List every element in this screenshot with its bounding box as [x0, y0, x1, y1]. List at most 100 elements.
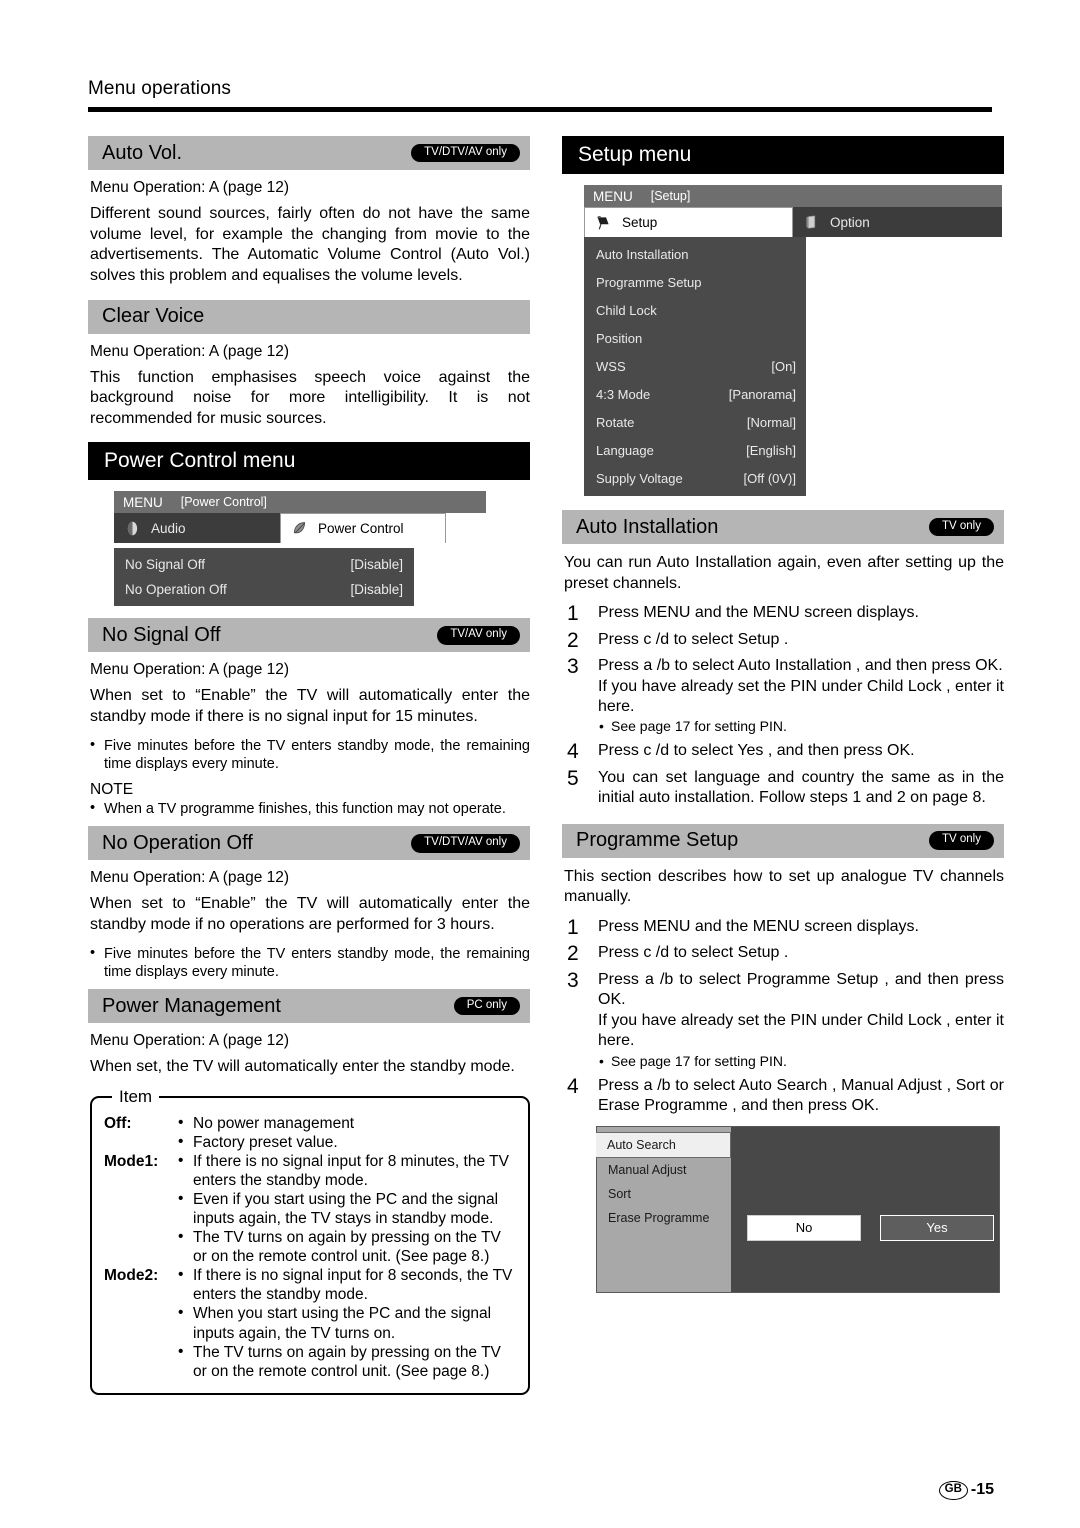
- step-text: Press a /b to select Programme Setup , a…: [598, 970, 1004, 1071]
- osd-row[interactable]: Child Lock: [584, 296, 806, 324]
- left-column: Auto Vol. TV/DTV/AV only Menu Operation:…: [88, 136, 530, 1395]
- osd-row[interactable]: Position: [584, 324, 806, 352]
- step: 3 Press a /b to select Auto Installation…: [564, 656, 1004, 736]
- item-key: Off:: [104, 1114, 132, 1132]
- item-row: Off: No power management Factory preset …: [104, 1113, 516, 1152]
- section-title: Programme Setup: [576, 829, 739, 852]
- osd-row[interactable]: No Signal Off [Disable]: [114, 552, 414, 577]
- osd-row-label: Supply Voltage: [596, 470, 683, 486]
- section-header-power-management: Power Management PC only: [88, 989, 530, 1024]
- osd-menu-context: [Power Control]: [180, 495, 267, 510]
- tv-dialog-buttons: No Yes: [747, 1214, 994, 1241]
- status-badge: TV/DTV/AV only: [411, 834, 520, 853]
- osd-row-value: [Panorama]: [728, 386, 796, 402]
- section-header-clear-voice: Clear Voice: [88, 299, 530, 334]
- section-body: When set, the TV will automatically ente…: [90, 1058, 515, 1076]
- tv-menu-item-erase-programme[interactable]: Erase Programme: [597, 1206, 731, 1230]
- section-body: This function emphasises speech voice ag…: [90, 368, 530, 427]
- section-body: When set to “Enable” the TV will automat…: [90, 895, 530, 934]
- item-table: Item Off: No power management Factory pr…: [90, 1086, 530, 1395]
- osd-tab-power-control[interactable]: Power Control: [280, 513, 446, 544]
- step-main: Press a /b to select Programme Setup , a…: [598, 970, 1004, 1009]
- osd-row-value: [English]: [746, 442, 796, 458]
- section-header-no-signal-off: No Signal Off TV/AV only: [88, 618, 530, 653]
- step-number: 3: [567, 655, 579, 679]
- osd-row[interactable]: Auto Installation: [584, 240, 806, 268]
- osd-row-label: Programme Setup: [596, 274, 702, 290]
- osd-row[interactable]: 4:3 Mode [Panorama]: [584, 380, 806, 408]
- step-sub: If you have already set the PIN under Ch…: [598, 677, 1004, 715]
- step-text: Press a /b to select Auto Installation ,…: [598, 656, 1004, 736]
- step-number: 2: [567, 942, 579, 966]
- list-item: If there is no signal input for 8 second…: [176, 1265, 516, 1304]
- menu-operation-line: Menu Operation: A (page 12): [90, 342, 290, 360]
- osd-titlebar: MENU [Setup]: [584, 185, 1002, 207]
- tv-screenshot-mock: Auto Search Manual Adjust Sort Erase Pro…: [596, 1125, 1000, 1293]
- step-number: 5: [567, 766, 579, 790]
- menu-operation-line: Menu Operation: A (page 12): [90, 1032, 290, 1050]
- osd-mock-power-control: MENU [Power Control] Audio Power Control: [114, 491, 486, 607]
- osd-row[interactable]: Rotate [Normal]: [584, 408, 806, 436]
- list-item: See page 17 for setting PIN.: [598, 718, 1004, 736]
- osd-tab-setup[interactable]: Setup: [584, 207, 793, 237]
- osd-menu-context: [Setup]: [650, 189, 691, 203]
- osd-row-label: Auto Installation: [596, 246, 689, 262]
- osd-row-value: [Disable]: [350, 582, 403, 598]
- osd-menu-label: MENU: [123, 494, 163, 510]
- list-item: Even if you start using the PC and the s…: [176, 1189, 516, 1228]
- osd-tab-option[interactable]: Option: [793, 207, 1002, 237]
- osd-row[interactable]: Programme Setup: [584, 268, 806, 296]
- osd-row[interactable]: Supply Voltage [Off (0V)]: [584, 464, 806, 492]
- osd-tabs: Setup Option: [584, 207, 1002, 237]
- yes-button[interactable]: Yes: [880, 1214, 994, 1241]
- osd-titlebar: MENU [Power Control]: [114, 491, 486, 514]
- tv-menu-item-manual-adjust[interactable]: Manual Adjust: [597, 1158, 731, 1182]
- no-button[interactable]: No: [747, 1214, 861, 1241]
- section-title: Auto Installation: [576, 515, 719, 538]
- osd-row-label: Language: [596, 442, 654, 458]
- page-header: Menu operations: [88, 78, 992, 112]
- osd-menu-label: MENU: [593, 188, 633, 204]
- step-text: You can set language and country the sam…: [598, 768, 1004, 807]
- item-table-legend: Item: [119, 1086, 153, 1106]
- list-item: When a TV programme finishes, this funct…: [90, 799, 530, 818]
- osd-row[interactable]: Language [English]: [584, 436, 806, 464]
- note-heading: NOTE: [90, 781, 134, 799]
- osd-row-label: Child Lock: [596, 302, 657, 318]
- tv-menu-item-auto-search[interactable]: Auto Search: [596, 1131, 731, 1158]
- status-badge: TV/DTV/AV only: [411, 143, 520, 163]
- osd-tab-label: Audio: [151, 520, 186, 536]
- status-badge: TV only: [929, 831, 994, 850]
- option-book-icon: [803, 214, 820, 231]
- osd-row-label: WSS: [596, 358, 626, 374]
- status-badge: PC only: [453, 996, 520, 1016]
- tv-menu-item-sort[interactable]: Sort: [597, 1182, 731, 1206]
- osd-tab-label: Power Control: [318, 521, 404, 537]
- region-badge: GB: [938, 1480, 968, 1500]
- item-row: Mode2: If there is no signal input for 8…: [104, 1265, 516, 1380]
- section-title: No Operation Off: [102, 831, 253, 854]
- osd-tab-audio[interactable]: Audio: [114, 513, 280, 544]
- osd-row-value: [Disable]: [350, 557, 403, 573]
- osd-tab-label: Option: [830, 214, 870, 230]
- osd-row[interactable]: WSS [On]: [584, 352, 806, 380]
- item-row: Mode1: If there is no signal input for 8…: [104, 1151, 516, 1266]
- list-item: Factory preset value.: [176, 1132, 516, 1152]
- step-number: 2: [567, 628, 579, 652]
- bullet-list: Five minutes before the TV enters standb…: [90, 944, 530, 982]
- osd-row-value: [Normal]: [746, 414, 796, 430]
- section-title: Power Management: [102, 994, 281, 1017]
- step-number: 3: [567, 968, 579, 992]
- section-body: Different sound sources, fairly often do…: [90, 205, 530, 284]
- osd-item-list: Auto Installation Programme Setup Child …: [584, 237, 806, 496]
- note-bullet-list: When a TV programme finishes, this funct…: [90, 799, 530, 818]
- right-column: Setup menu MENU [Setup] Setup Option Aut…: [562, 136, 1004, 1293]
- list-item: If there is no signal input for 8 minute…: [176, 1151, 516, 1190]
- item-key: Mode1:: [104, 1152, 159, 1170]
- step: 3 Press a /b to select Programme Setup ,…: [564, 970, 1004, 1071]
- status-badge: TV only: [929, 517, 994, 537]
- osd-row[interactable]: No Operation Off [Disable]: [114, 577, 414, 602]
- osd-row-label: No Operation Off: [125, 582, 227, 598]
- bullet-list: Five minutes before the TV enters standb…: [90, 736, 530, 774]
- osd-row-value: [Off (0V)]: [743, 470, 797, 486]
